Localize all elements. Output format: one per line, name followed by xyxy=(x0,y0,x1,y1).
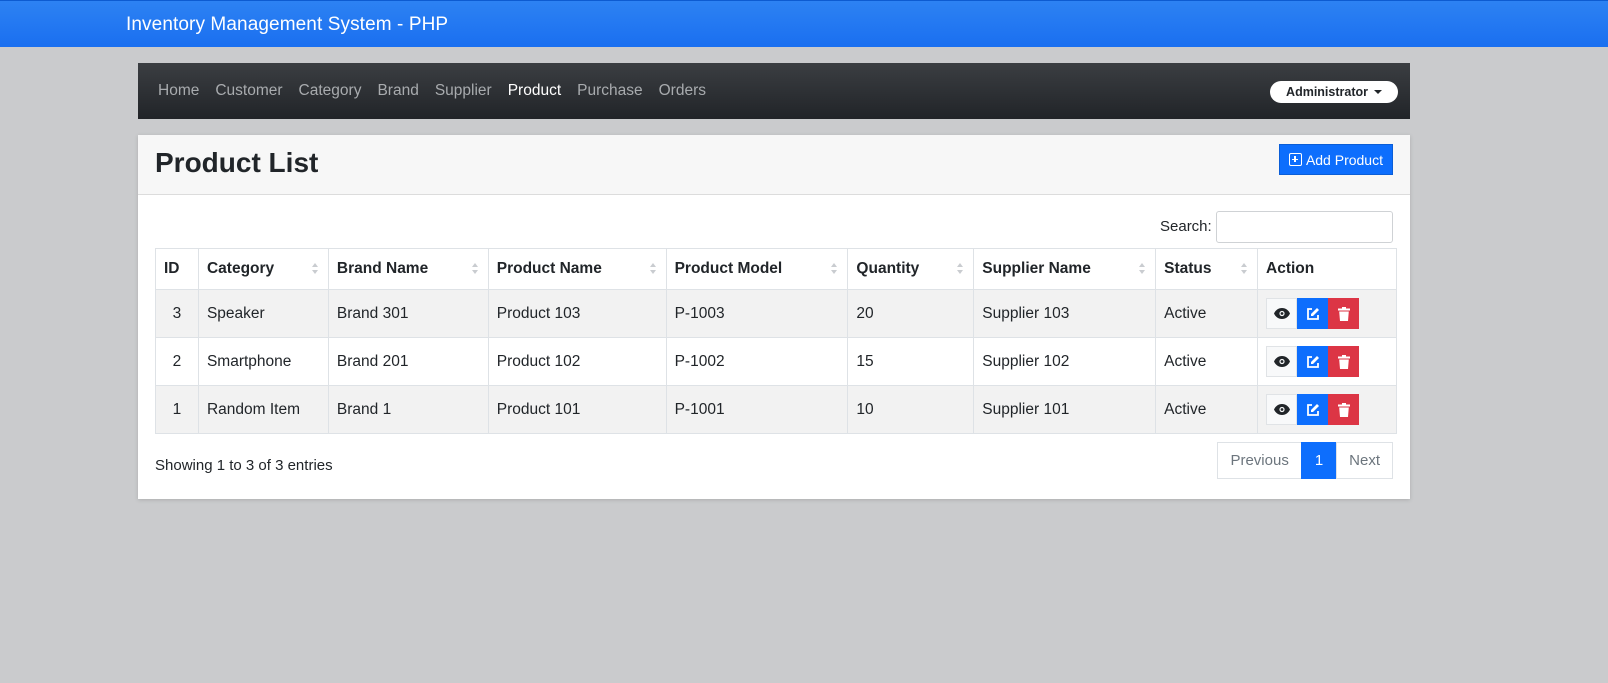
cell-category: Speaker xyxy=(197,289,329,338)
cell-actions xyxy=(1257,385,1397,434)
table-row: 2 Smartphone Brand 201 Product 102 P-100… xyxy=(155,337,1397,386)
sort-icon xyxy=(831,263,838,277)
nav-item-customer[interactable]: Customer xyxy=(215,82,282,100)
column-header-action: Action xyxy=(1257,248,1397,290)
cell-id: 2 xyxy=(155,337,199,386)
next-page-button[interactable]: Next xyxy=(1336,442,1393,479)
cell-product: Product 102 xyxy=(487,337,667,386)
cell-actions xyxy=(1257,337,1397,386)
nav-item-home[interactable]: Home xyxy=(158,82,199,100)
column-header-status[interactable]: Status xyxy=(1155,248,1259,290)
cell-brand: Brand 1 xyxy=(327,385,489,434)
cell-status: Active xyxy=(1155,289,1259,338)
cell-id: 3 xyxy=(155,289,199,338)
user-menu-label: Administrator xyxy=(1286,85,1368,99)
cell-status: Active xyxy=(1155,337,1259,386)
cell-quantity: 15 xyxy=(847,337,975,386)
edit-button[interactable] xyxy=(1297,394,1329,425)
trash-icon xyxy=(1337,354,1350,369)
app-title: Inventory Management System - PHP xyxy=(126,14,449,35)
product-list-card: Product List Add Product Search: ID Cate… xyxy=(138,135,1410,499)
view-button[interactable] xyxy=(1266,394,1298,425)
cell-supplier: Supplier 102 xyxy=(973,337,1157,386)
cell-model: P-1002 xyxy=(665,337,849,386)
nav-item-orders[interactable]: Orders xyxy=(659,82,706,100)
main-navbar: Home Customer Category Brand Supplier Pr… xyxy=(138,63,1410,119)
table-info: Showing 1 to 3 of 3 entries xyxy=(155,457,333,474)
column-header-product-name[interactable]: Product Name xyxy=(487,248,667,290)
user-menu-button[interactable]: Administrator xyxy=(1270,81,1398,103)
cell-actions xyxy=(1257,289,1397,338)
eye-icon xyxy=(1273,404,1290,415)
sort-icon xyxy=(957,263,964,277)
nav-item-brand[interactable]: Brand xyxy=(377,82,418,100)
view-button[interactable] xyxy=(1266,346,1298,377)
cell-quantity: 10 xyxy=(847,385,975,434)
cell-quantity: 20 xyxy=(847,289,975,338)
sort-icon xyxy=(471,263,478,277)
edit-button[interactable] xyxy=(1297,346,1329,377)
sort-icon xyxy=(1139,263,1146,277)
view-button[interactable] xyxy=(1266,298,1298,329)
delete-button[interactable] xyxy=(1328,298,1360,329)
nav-item-product[interactable]: Product xyxy=(508,82,561,100)
nav-item-supplier[interactable]: Supplier xyxy=(435,82,492,100)
nav-item-purchase[interactable]: Purchase xyxy=(577,82,642,100)
table-row: 1 Random Item Brand 1 Product 101 P-1001… xyxy=(155,385,1397,434)
cell-brand: Brand 301 xyxy=(327,289,489,338)
sort-icon xyxy=(1241,263,1248,277)
product-table: ID Category Brand Name Product Name Prod… xyxy=(155,248,1397,434)
edit-icon xyxy=(1306,403,1319,416)
page-title: Product List xyxy=(155,147,319,178)
eye-icon xyxy=(1273,356,1290,367)
edit-icon xyxy=(1306,307,1319,320)
cell-model: P-1001 xyxy=(665,385,849,434)
sort-icon xyxy=(311,263,318,277)
cell-model: P-1003 xyxy=(665,289,849,338)
caret-down-icon xyxy=(1374,90,1382,94)
cell-id: 1 xyxy=(155,385,199,434)
column-header-id[interactable]: ID xyxy=(155,248,199,290)
column-header-supplier-name[interactable]: Supplier Name xyxy=(973,248,1157,290)
app-header: Inventory Management System - PHP xyxy=(0,0,1608,47)
cell-product: Product 101 xyxy=(487,385,667,434)
nav-menu: Home Customer Category Brand Supplier Pr… xyxy=(158,63,722,119)
plus-square-icon xyxy=(1288,153,1302,166)
sort-icon xyxy=(649,263,656,277)
card-header: Product List Add Product xyxy=(138,135,1410,195)
previous-page-button[interactable]: Previous xyxy=(1217,442,1302,479)
add-product-button[interactable]: Add Product xyxy=(1278,144,1393,175)
cell-category: Smartphone xyxy=(197,337,329,386)
column-header-category[interactable]: Category xyxy=(197,248,329,290)
cell-product: Product 103 xyxy=(487,289,667,338)
cell-supplier: Supplier 101 xyxy=(973,385,1157,434)
search-label: Search: xyxy=(1160,218,1212,235)
cell-category: Random Item xyxy=(197,385,329,434)
column-header-quantity[interactable]: Quantity xyxy=(847,248,975,290)
eye-icon xyxy=(1273,308,1290,319)
pagination: Previous 1 Next xyxy=(1217,442,1393,479)
edit-button[interactable] xyxy=(1297,298,1329,329)
trash-icon xyxy=(1337,402,1350,417)
delete-button[interactable] xyxy=(1328,394,1360,425)
column-header-product-model[interactable]: Product Model xyxy=(665,248,849,290)
edit-icon xyxy=(1306,355,1319,368)
delete-button[interactable] xyxy=(1328,346,1360,377)
cell-brand: Brand 201 xyxy=(327,337,489,386)
column-header-brand-name[interactable]: Brand Name xyxy=(327,248,489,290)
trash-icon xyxy=(1337,306,1350,321)
cell-status: Active xyxy=(1155,385,1259,434)
table-header-row: ID Category Brand Name Product Name Prod… xyxy=(155,248,1397,290)
nav-item-category[interactable]: Category xyxy=(299,82,362,100)
cell-supplier: Supplier 103 xyxy=(973,289,1157,338)
table-row: 3 Speaker Brand 301 Product 103 P-1003 2… xyxy=(155,289,1397,338)
search-input[interactable] xyxy=(1216,211,1393,243)
page-1-button[interactable]: 1 xyxy=(1300,442,1338,479)
add-product-label: Add Product xyxy=(1305,151,1383,168)
